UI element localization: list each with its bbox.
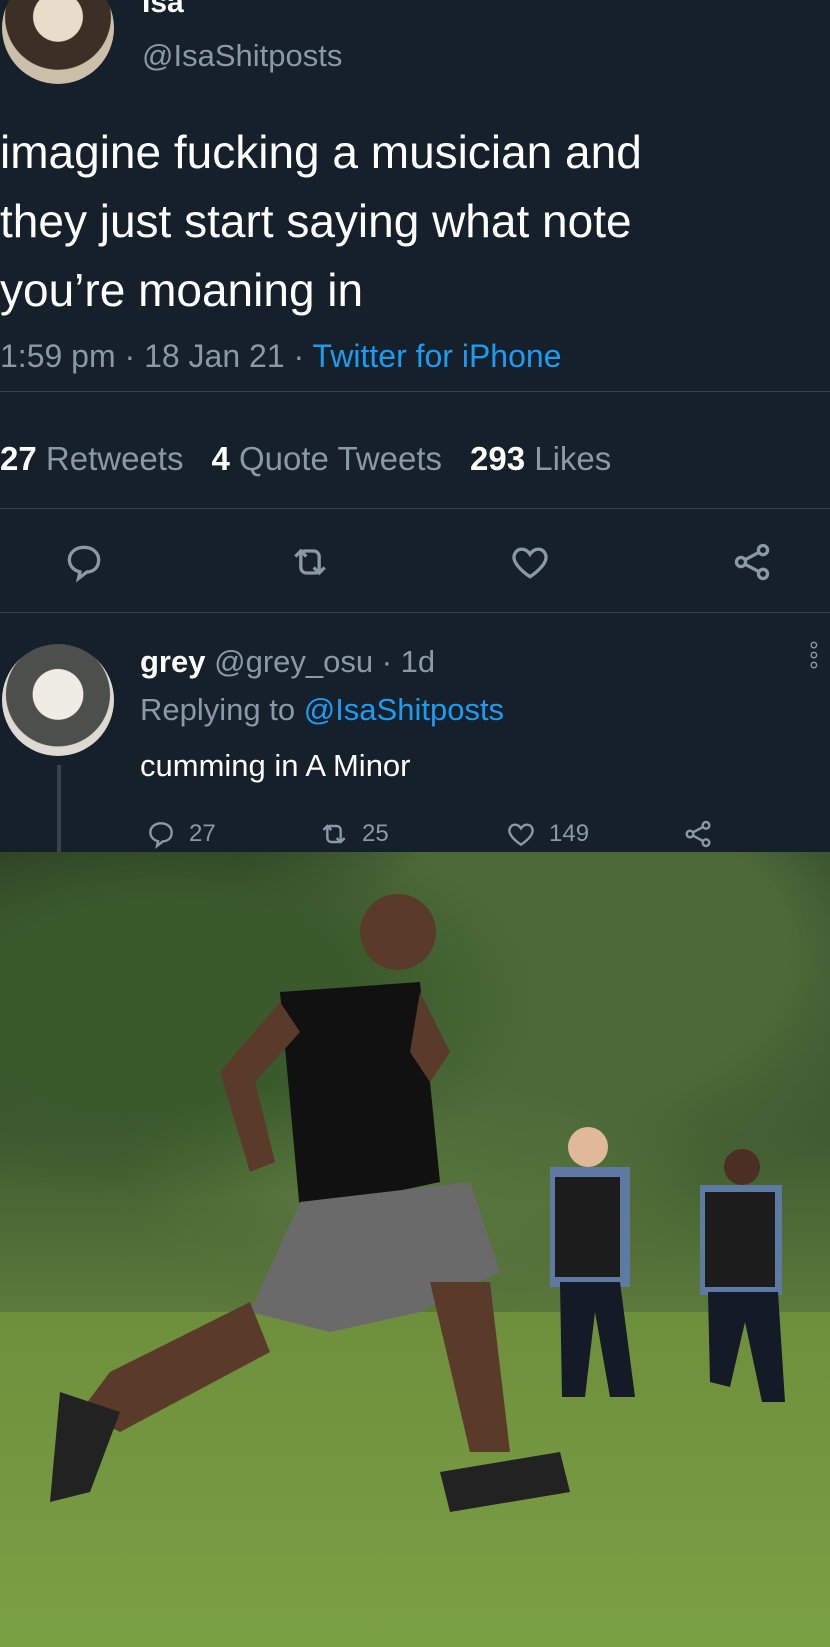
divider: [0, 391, 830, 392]
avatar[interactable]: [2, 644, 114, 756]
divider: [0, 612, 830, 613]
avatar[interactable]: [2, 0, 114, 84]
retweet-icon: [322, 824, 346, 844]
police-officer-1: [550, 1127, 635, 1397]
reply-display-name[interactable]: grey: [140, 644, 205, 679]
display-name[interactable]: Isa: [142, 0, 184, 20]
retweets-stat[interactable]: 27 Retweets: [0, 440, 183, 477]
running-man: [50, 894, 570, 1512]
thread-line: [57, 765, 61, 855]
reply-icon: [149, 822, 173, 849]
reply-icon[interactable]: [62, 540, 106, 584]
share-icon: [685, 820, 711, 848]
running-figures: [50, 894, 785, 1512]
likes-stat[interactable]: 293 Likes: [470, 440, 611, 477]
retweet-count: 25: [362, 820, 389, 847]
like-icon[interactable]: [508, 540, 552, 584]
share-icon[interactable]: [730, 540, 774, 584]
reply-text: cumming in A Minor: [140, 748, 411, 783]
like-icon: [508, 823, 534, 847]
like-count-button[interactable]: 149: [505, 818, 589, 850]
tweet-time: 1:59 pm · 18 Jan 21 ·: [0, 338, 313, 374]
reply-header: grey @grey_osu · 1d: [140, 644, 435, 680]
mention-link[interactable]: @IsaShitposts: [304, 692, 504, 727]
reply-count: 27: [189, 820, 216, 847]
tweet-meta: 1:59 pm · 18 Jan 21 · Twitter for iPhone: [0, 338, 561, 375]
retweet-count-button[interactable]: 25: [318, 818, 389, 850]
user-handle[interactable]: @IsaShitposts: [142, 38, 342, 74]
quotes-stat[interactable]: 4 Quote Tweets: [211, 440, 442, 477]
tweet-stats: 27 Retweets 4 Quote Tweets 293 Likes: [0, 440, 611, 478]
replying-to: Replying to @IsaShitposts: [140, 692, 505, 727]
retweet-icon[interactable]: [288, 540, 332, 584]
tweet-source[interactable]: Twitter for iPhone: [312, 338, 561, 374]
more-options-icon[interactable]: ∘ ∘ ∘: [807, 634, 821, 676]
meme-photo: [0, 852, 830, 1647]
police-officer-2: [700, 1149, 785, 1402]
share-button[interactable]: [682, 818, 714, 850]
reply-handle-time: @grey_osu · 1d: [214, 644, 436, 679]
main-tweet: Isa @IsaShitposts imagine fucking a musi…: [0, 0, 830, 855]
reply-count-button[interactable]: 27: [145, 818, 216, 850]
tweet-text: imagine fucking a musician and they just…: [0, 126, 642, 316]
like-count: 149: [549, 820, 590, 847]
divider: [0, 508, 830, 509]
